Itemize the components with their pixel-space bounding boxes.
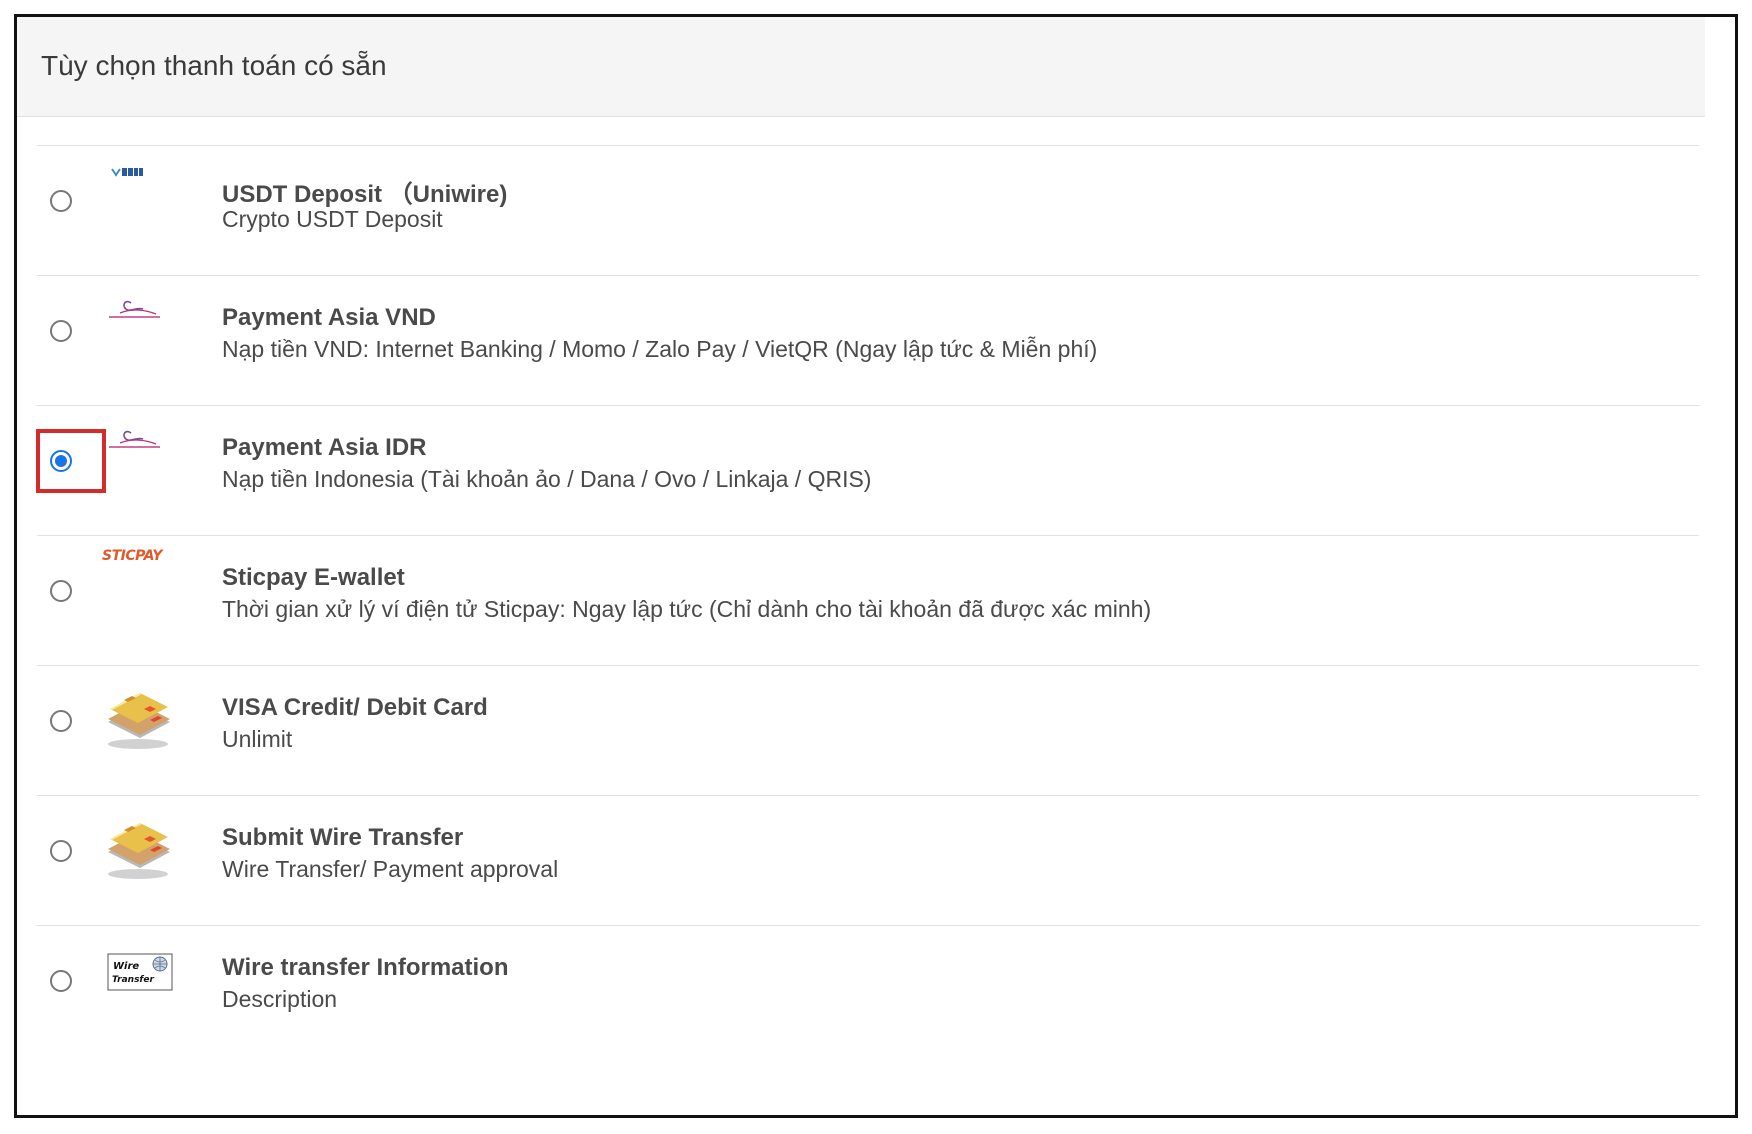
option-description: Wire Transfer/ Payment approval	[222, 856, 559, 882]
payment-options-panel: Tùy chọn thanh toán có sẵn USDT Deposit …	[14, 14, 1738, 1118]
payment-option-sticpay[interactable]: STICPAY Sticpay E-wallet Thời gian xử lý…	[37, 535, 1699, 665]
sticpay-logo-text: STICPAY	[102, 548, 162, 564]
sticpay-logo-icon: STICPAY	[100, 546, 180, 626]
payment-option-payment-asia-vnd[interactable]: Payment Asia VND Nạp tiền VND: Internet …	[37, 275, 1699, 405]
payment-option-submit-wire-transfer[interactable]: Submit Wire Transfer Wire Transfer/ Paym…	[37, 795, 1699, 925]
option-description: Description	[222, 986, 338, 1012]
payment-asia-logo-icon	[100, 286, 180, 366]
svg-text:Wire: Wire	[113, 961, 139, 972]
credit-card-icon	[100, 676, 180, 756]
radio-sticpay[interactable]	[50, 580, 72, 602]
radio-usdt-deposit[interactable]	[50, 190, 72, 212]
radio-visa-card[interactable]	[50, 710, 72, 732]
payment-option-visa-card[interactable]: VISA Credit/ Debit Card Unlimit	[37, 665, 1699, 795]
option-title: Payment Asia IDR	[222, 434, 427, 461]
payment-option-wire-transfer-info[interactable]: Wire Transfer Wire transfer Information …	[37, 925, 1699, 1055]
payment-option-usdt-deposit[interactable]: USDT Deposit （Uniwire) Crypto USDT Depos…	[37, 145, 1699, 275]
option-title: Payment Asia VND	[222, 304, 436, 331]
payment-asia-logo-icon	[100, 416, 180, 496]
svg-text:Transfer: Transfer	[112, 975, 154, 985]
option-description: Nạp tiền Indonesia (Tài khoản ảo / Dana …	[222, 466, 872, 492]
payment-option-payment-asia-idr[interactable]: Payment Asia IDR Nạp tiền Indonesia (Tài…	[36, 405, 1699, 535]
panel-header: Tùy chọn thanh toán có sẵn	[17, 17, 1705, 117]
radio-submit-wire-transfer[interactable]	[50, 840, 72, 862]
radio-wire-transfer-info[interactable]	[50, 970, 72, 992]
payment-options-list: USDT Deposit （Uniwire) Crypto USDT Depos…	[36, 145, 1699, 1055]
credit-card-icon	[100, 806, 180, 886]
option-title: Sticpay E-wallet	[222, 564, 405, 591]
option-title: USDT Deposit （Uniwire)	[222, 181, 508, 208]
radio-payment-asia-idr[interactable]	[50, 450, 72, 472]
panel-title: Tùy chọn thanh toán có sẵn	[41, 50, 387, 81]
option-description: Unlimit	[222, 726, 293, 752]
option-description: Crypto USDT Deposit	[222, 206, 443, 232]
option-description: Thời gian xử lý ví điện tử Sticpay: Ngay…	[222, 596, 1152, 622]
option-description: Nạp tiền VND: Internet Banking / Momo / …	[222, 336, 1098, 362]
option-title: VISA Credit/ Debit Card	[222, 694, 488, 721]
option-title: Submit Wire Transfer	[222, 824, 464, 851]
option-title: Wire transfer Information	[222, 954, 509, 981]
wire-transfer-logo-icon: Wire Transfer	[100, 936, 180, 1016]
uniwire-logo-icon	[100, 156, 180, 236]
radio-payment-asia-vnd[interactable]	[50, 320, 72, 342]
